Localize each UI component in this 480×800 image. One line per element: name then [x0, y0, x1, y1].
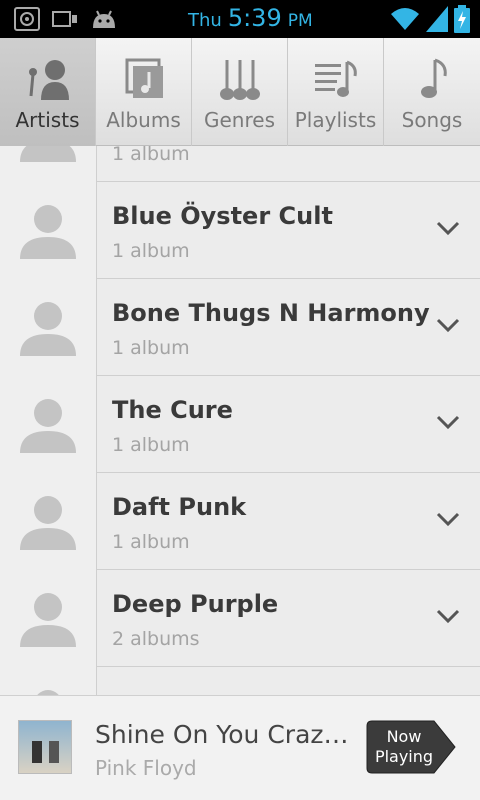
person-placeholder-icon [20, 301, 76, 356]
now-playing-bar[interactable]: Shine On You Craz… Pink Floyd Now Playin… [0, 695, 480, 800]
album-art-figure [32, 741, 42, 763]
list-item[interactable]: Bone Thugs N Harmony 1 album [0, 279, 480, 376]
tab-bar: Artists Albums Genres Playlists Songs [0, 38, 480, 146]
album-art[interactable] [18, 720, 72, 774]
list-item[interactable] [0, 667, 480, 695]
now-playing-button-label[interactable]: Now Playing [372, 727, 436, 767]
tab-label: Artists [15, 108, 80, 132]
tab-label: Albums [106, 108, 181, 132]
chevron-down-icon[interactable] [434, 311, 462, 339]
person-placeholder-icon [36, 689, 60, 695]
now-playing-title: Shine On You Craz… [95, 720, 349, 749]
artist-name: The Cure [112, 396, 233, 424]
genres-icon [219, 60, 260, 100]
clock: Thu 5:39 PM [188, 4, 313, 32]
chevron-down-icon[interactable] [434, 602, 462, 630]
artist-name: Blue Öyster Cult [112, 202, 333, 230]
person-placeholder-icon [20, 204, 76, 259]
clock-day: Thu [188, 10, 222, 31]
tab-playlists[interactable]: Playlists [288, 38, 384, 146]
person-placeholder-icon [20, 398, 76, 453]
playlist-icon [314, 60, 357, 97]
status-bar: Thu 5:39 PM [0, 0, 480, 38]
album-count: 2 albums [112, 628, 200, 650]
chevron-down-icon[interactable] [434, 505, 462, 533]
list-item[interactable]: Blue Öyster Cult 1 album [0, 182, 480, 279]
artist-name: Daft Punk [112, 493, 247, 521]
artist-thumbnail [0, 182, 97, 279]
status-right-icons [390, 5, 470, 33]
tab-label: Songs [401, 108, 463, 132]
album-art-figure [49, 741, 59, 763]
tab-albums[interactable]: Albums [96, 38, 192, 146]
person-placeholder-icon [20, 146, 76, 162]
android-icon [93, 10, 115, 28]
list-item[interactable]: Deep Purple 2 albums [0, 570, 480, 667]
artist-icon [28, 60, 69, 100]
album-count: 1 album [112, 434, 190, 456]
chevron-down-icon[interactable] [434, 214, 462, 242]
artist-name: Bone Thugs N Harmony [112, 299, 430, 327]
tab-label: Playlists [294, 108, 377, 132]
tab-songs[interactable]: Songs [384, 38, 480, 146]
person-placeholder-icon [20, 592, 76, 647]
signal-icon [426, 6, 448, 32]
album-count: 1 album [112, 337, 190, 359]
media-scanner-icon [14, 7, 40, 31]
list-item[interactable]: Daft Punk 1 album [0, 473, 480, 570]
artist-thumbnail [0, 376, 97, 473]
battery-icon [454, 5, 470, 33]
artist-name: Deep Purple [112, 590, 279, 618]
clock-ampm: PM [287, 11, 313, 31]
tab-artists[interactable]: Artists [0, 38, 96, 146]
clock-time: 5:39 [227, 4, 282, 32]
wifi-icon [391, 8, 419, 30]
artist-thumbnail [0, 146, 97, 182]
chevron-down-icon[interactable] [434, 408, 462, 436]
artist-thumbnail [0, 279, 97, 376]
video-icon [52, 11, 77, 27]
song-icon [421, 58, 447, 98]
album-count: 1 album [112, 146, 190, 165]
tab-genres[interactable]: Genres [192, 38, 288, 146]
artist-list[interactable]: 1 album Blue Öyster Cult 1 album Bone Th… [0, 146, 480, 695]
artist-thumbnail [0, 667, 97, 695]
artist-thumbnail [0, 570, 97, 667]
album-icon [125, 58, 163, 98]
person-placeholder-icon [20, 495, 76, 550]
now-playing-artist: Pink Floyd [95, 756, 197, 780]
tab-label: Genres [204, 108, 275, 132]
list-item[interactable]: The Cure 1 album [0, 376, 480, 473]
status-left-icons [14, 7, 118, 31]
artist-thumbnail [0, 473, 97, 570]
album-count: 1 album [112, 240, 190, 262]
album-count: 1 album [112, 531, 190, 553]
list-item[interactable]: 1 album [0, 146, 480, 182]
